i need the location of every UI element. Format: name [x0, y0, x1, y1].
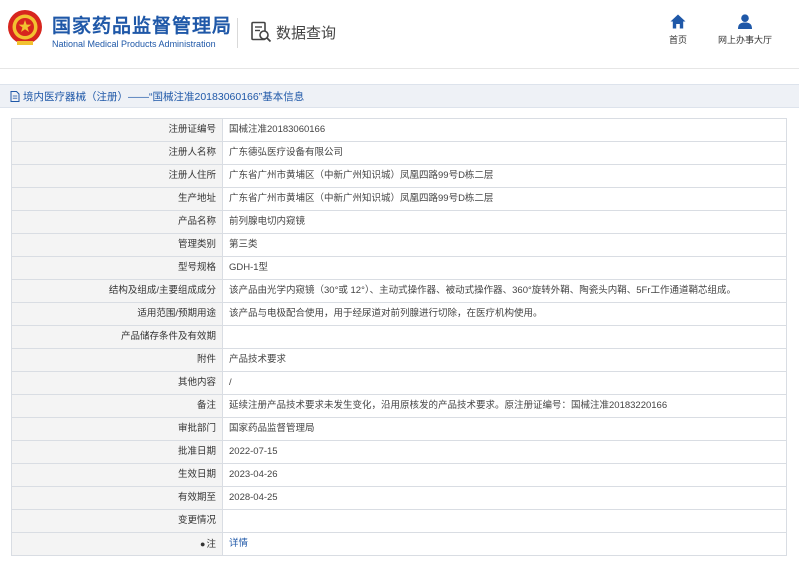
field-value [222, 509, 787, 533]
table-row: 生效日期 2023-04-26 [11, 463, 787, 487]
table-row: 注册人住所 广东省广州市黄埔区（中新广州知识城）凤凰四路99号D栋二层 [11, 164, 787, 188]
field-value: 该产品由光学内窥镜（30°或 12°）、主动式操作器、被动式操作器、360°旋转… [222, 279, 787, 303]
field-label: 结构及组成/主要组成成分 [11, 279, 223, 303]
field-value: 该产品与电极配合使用，用于经尿道对前列腺进行切除，在医疗机构使用。 [222, 302, 787, 326]
site-header: 国家药品监督管理局 National Medical Products Admi… [0, 0, 799, 69]
field-label: 生产地址 [11, 187, 223, 211]
field-value: GDH-1型 [222, 256, 787, 280]
note-label-cell: ●注 [11, 532, 223, 556]
table-row: 备注 延续注册产品技术要求未发生变化，沿用原核发的产品技术要求。原注册证编号：国… [11, 394, 787, 418]
field-value: 广东省广州市黄埔区（中新广州知识城）凤凰四路99号D栋二层 [222, 187, 787, 211]
field-value: 第三类 [222, 233, 787, 257]
data-query-label: 数据查询 [276, 24, 337, 42]
site-title[interactable]: 国家药品监督管理局 [52, 11, 232, 38]
field-label: 生效日期 [11, 463, 223, 487]
table-row: 适用范围/预期用途 该产品与电极配合使用，用于经尿道对前列腺进行切除，在医疗机构… [11, 302, 787, 326]
national-emblem-logo [8, 10, 42, 45]
nav-online-office-label: 网上办事大厅 [717, 35, 772, 45]
field-value: 2023-04-26 [222, 463, 787, 487]
table-row: 其他内容 / [11, 371, 787, 395]
note-marker-icon: ● [200, 538, 206, 549]
field-value: / [222, 371, 787, 395]
field-label: 型号规格 [11, 256, 223, 280]
data-query-heading: 数据查询 [250, 18, 336, 46]
details-table-container: 注册证编号 国械注准20183060166 注册人名称 广东德弘医疗设备有限公司… [11, 118, 787, 556]
nav-home[interactable]: 首页 [664, 14, 692, 46]
user-icon [738, 14, 752, 29]
table-row: 产品储存条件及有效期 [11, 325, 787, 349]
field-label: 注册人名称 [11, 141, 223, 165]
field-label: 产品储存条件及有效期 [11, 325, 223, 349]
field-label: 注册人住所 [11, 164, 223, 188]
nav-online-office[interactable]: 网上办事大厅 [712, 14, 778, 46]
table-row: 批准日期 2022-07-15 [11, 440, 787, 464]
field-value: 前列腺电切内窥镜 [222, 210, 787, 234]
table-row: 注册证编号 国械注准20183060166 [11, 118, 787, 142]
field-value: 2022-07-15 [222, 440, 787, 464]
table-row: 生产地址 广东省广州市黄埔区（中新广州知识城）凤凰四路99号D栋二层 [11, 187, 787, 211]
document-search-icon [251, 21, 272, 43]
field-label: 产品名称 [11, 210, 223, 234]
table-row: 型号规格 GDH-1型 [11, 256, 787, 280]
field-value: 2028-04-25 [222, 486, 787, 510]
table-row: 产品名称 前列腺电切内窥镜 [11, 210, 787, 234]
field-value: 广东省广州市黄埔区（中新广州知识城）凤凰四路99号D栋二层 [222, 164, 787, 188]
nav-home-label: 首页 [668, 35, 687, 45]
table-row: 有效期至 2028-04-25 [11, 486, 787, 510]
table-row: 审批部门 国家药品监督管理局 [11, 417, 787, 441]
table-row: 管理类别 第三类 [11, 233, 787, 257]
field-label: 附件 [11, 348, 223, 372]
header-divider [237, 18, 238, 48]
field-label: 其他内容 [11, 371, 223, 395]
field-value: 产品技术要求 [222, 348, 787, 372]
table-row: 附件 产品技术要求 [11, 348, 787, 372]
table-row: 变更情况 [11, 509, 787, 533]
breadcrumb-text: 境内医疗器械（注册）——“国械注准20183060166”基本信息 [23, 90, 305, 103]
field-label: 管理类别 [11, 233, 223, 257]
note-label: 注 [206, 538, 216, 550]
field-label: 变更情况 [11, 509, 223, 533]
details-table: 注册证编号 国械注准20183060166 注册人名称 广东德弘医疗设备有限公司… [11, 118, 787, 556]
field-value [222, 325, 787, 349]
home-icon [670, 14, 686, 29]
field-label: 注册证编号 [11, 118, 223, 142]
details-link[interactable]: 详情 [229, 538, 248, 549]
field-value: 延续注册产品技术要求未发生变化，沿用原核发的产品技术要求。原注册证编号：国械注准… [222, 394, 787, 418]
table-row: 注册人名称 广东德弘医疗设备有限公司 [11, 141, 787, 165]
field-label: 适用范围/预期用途 [11, 302, 223, 326]
field-label: 有效期至 [11, 486, 223, 510]
field-value: 国械注准20183060166 [222, 118, 787, 142]
field-label: 审批部门 [11, 417, 223, 441]
field-value: 广东德弘医疗设备有限公司 [222, 141, 787, 165]
document-icon [10, 90, 20, 102]
field-label: 批准日期 [11, 440, 223, 464]
site-subtitle: National Medical Products Administration [52, 39, 216, 49]
table-row: 结构及组成/主要组成成分 该产品由光学内窥镜（30°或 12°）、主动式操作器、… [11, 279, 787, 303]
table-row-note: ●注 详情 [11, 532, 787, 556]
field-value: 国家药品监督管理局 [222, 417, 787, 441]
breadcrumb: 境内医疗器械（注册）——“国械注准20183060166”基本信息 [0, 84, 799, 108]
field-label: 备注 [11, 394, 223, 418]
note-value-cell: 详情 [222, 532, 787, 556]
